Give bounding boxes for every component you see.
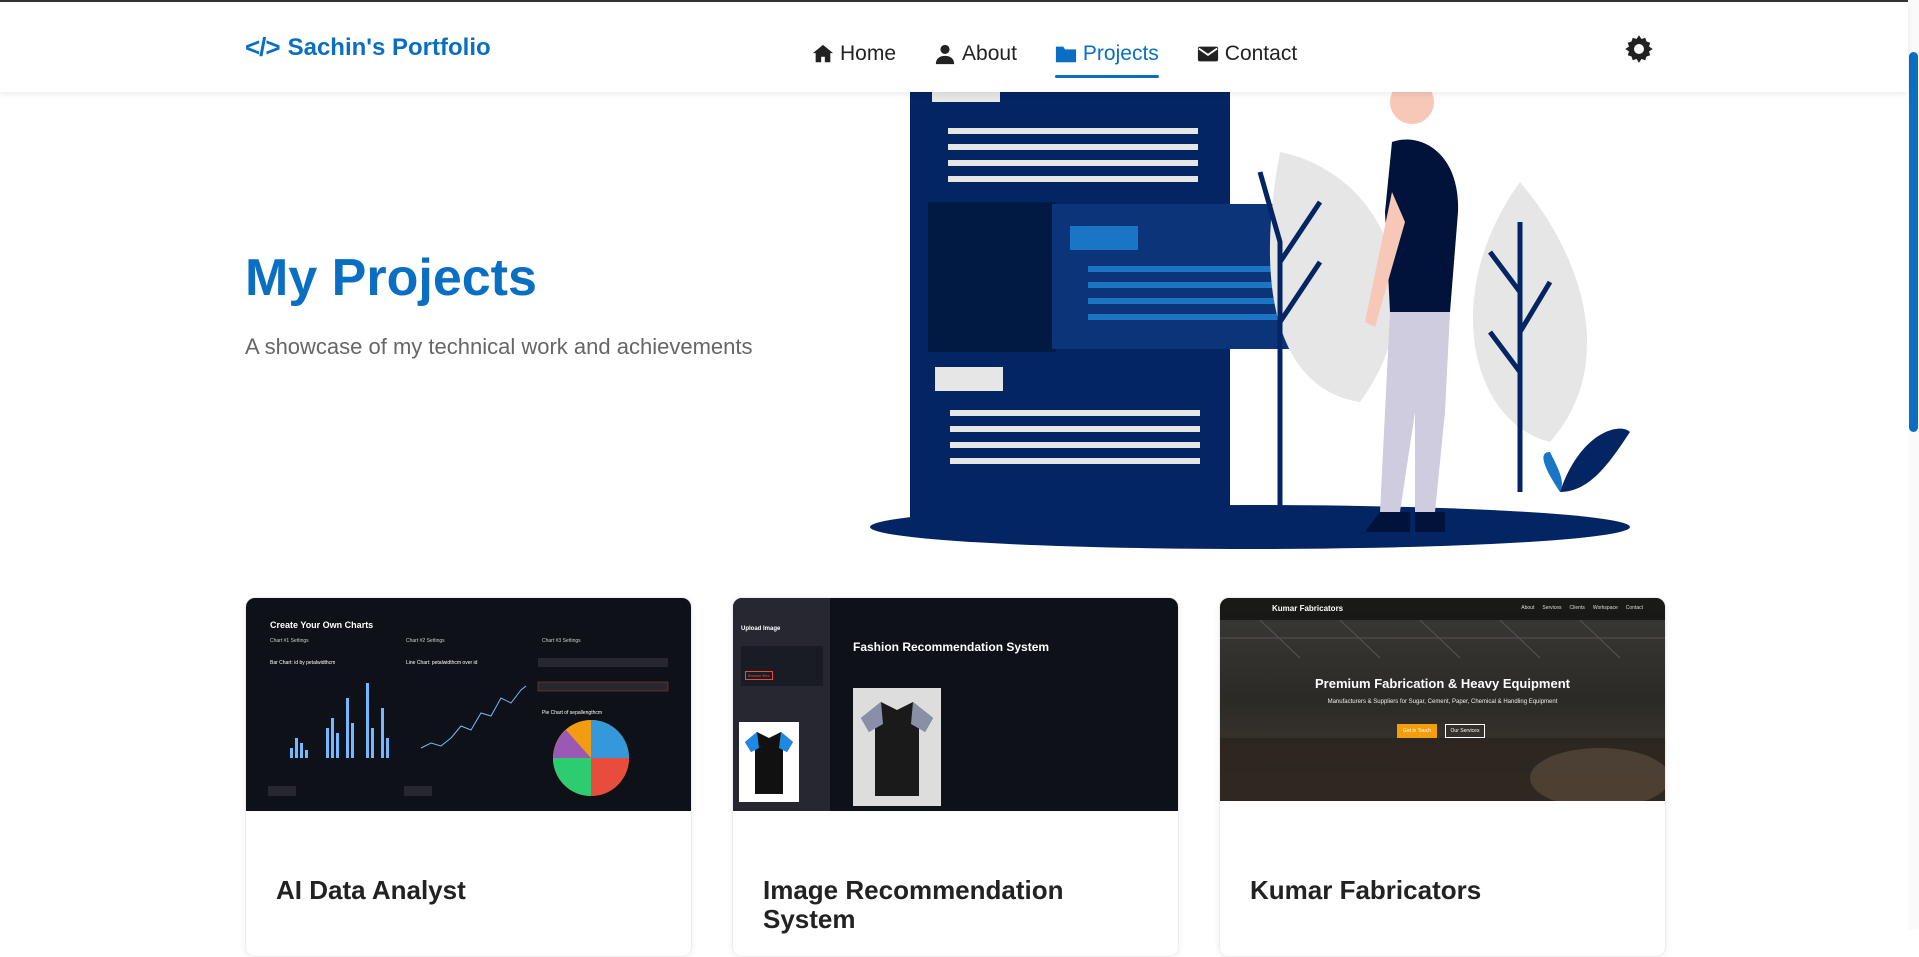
nav-contact-label: Contact bbox=[1224, 42, 1298, 65]
thumbnail-link: Workspace bbox=[1592, 605, 1618, 611]
nav-projects-label: Projects bbox=[1082, 42, 1159, 65]
projects-grid: Create Your Own Charts Chart #1 Settings… bbox=[245, 597, 1666, 957]
nav-projects[interactable]: Projects bbox=[1054, 32, 1159, 78]
project-title: Image Recommendation System bbox=[763, 875, 1064, 934]
page-scrollbar[interactable] bbox=[1908, 0, 1919, 930]
thumbnail-button: Our Services bbox=[1445, 724, 1485, 738]
thumbnail-link: Services bbox=[1542, 605, 1562, 611]
thumbnail-logo: Kumar Fabricators bbox=[1272, 604, 1344, 613]
thumbnail-link: Clients bbox=[1569, 605, 1585, 611]
project-thumbnail: Kumar Fabricators About Services Clients… bbox=[1220, 598, 1665, 801]
gear-icon[interactable] bbox=[1624, 34, 1654, 64]
project-card-kumar-fabricators[interactable]: Kumar Fabricators About Services Clients… bbox=[1219, 597, 1666, 957]
nav-about[interactable]: About bbox=[934, 32, 1017, 76]
project-card-ai-data-analyst[interactable]: Create Your Own Charts Chart #1 Settings… bbox=[245, 597, 692, 957]
thumbnail-links: About Services Clients Workspace Contact bbox=[1521, 605, 1643, 611]
hero-illustration bbox=[870, 92, 1630, 549]
thumbnail-subtext: Manufacturers & Suppliers for Sugar, Cem… bbox=[1327, 699, 1558, 705]
scrollbar-thumb[interactable] bbox=[1909, 52, 1918, 432]
brand-logo[interactable]: </> Sachin's Portfolio bbox=[245, 32, 491, 63]
project-title: Kumar Fabricators bbox=[1250, 875, 1482, 905]
thumbnail-heading: Premium Fabrication & Heavy Equipment bbox=[1314, 676, 1570, 691]
home-icon bbox=[812, 44, 834, 63]
site-header: </> Sachin's Portfolio Home About Projec… bbox=[0, 2, 1908, 92]
project-thumbnail: Upload Image Browse files Fashion Recomm… bbox=[733, 598, 1178, 811]
user-icon bbox=[935, 44, 955, 65]
nav-about-label: About bbox=[962, 42, 1017, 65]
thumbnail-dropzone bbox=[741, 646, 823, 686]
envelope-icon bbox=[1197, 46, 1218, 62]
thumbnail-sidebar: Upload Image Browse files bbox=[733, 598, 830, 811]
brand-name: Sachin's Portfolio bbox=[287, 33, 491, 61]
nav-home-label: Home bbox=[840, 42, 897, 65]
nav-home[interactable]: Home bbox=[812, 32, 896, 76]
code-icon: </> bbox=[245, 32, 281, 62]
thumbnail-shirt-small bbox=[739, 722, 799, 802]
page-subtitle: A showcase of my technical work and achi… bbox=[245, 334, 753, 359]
thumbnail-link: About bbox=[1521, 605, 1535, 611]
thumbnail-heading: Fashion Recommendation System bbox=[853, 640, 1050, 654]
page-title: My Projects bbox=[245, 249, 537, 307]
thumbnail-charts-graphic bbox=[268, 658, 669, 796]
project-card-image-recommendation[interactable]: Upload Image Browse files Fashion Recomm… bbox=[732, 597, 1179, 957]
main-nav: Home About Projects Contact bbox=[812, 32, 1297, 78]
folder-icon bbox=[1055, 46, 1077, 63]
thumbnail-label: Browse files bbox=[745, 671, 773, 680]
thumbnail-shirt-large bbox=[853, 688, 941, 806]
project-thumbnail: Create Your Own Charts Chart #1 Settings… bbox=[246, 598, 691, 811]
thumbnail-link: Contact bbox=[1625, 605, 1643, 611]
nav-contact[interactable]: Contact bbox=[1197, 32, 1297, 76]
thumbnail-button: Get in Touch bbox=[1397, 724, 1437, 738]
project-title: AI Data Analyst bbox=[276, 875, 466, 905]
thumbnail-label: Upload Image bbox=[741, 626, 781, 632]
